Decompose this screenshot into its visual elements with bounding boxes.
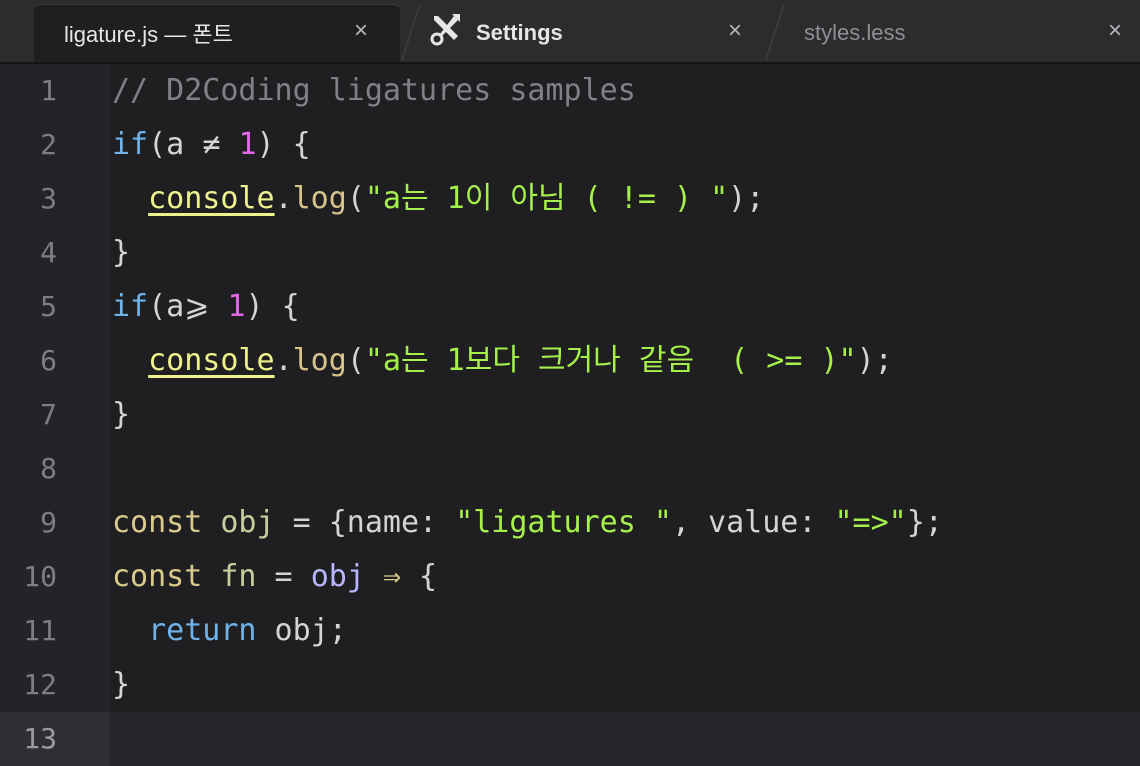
code-token: obj bbox=[310, 559, 365, 594]
code-token: } bbox=[112, 235, 131, 270]
code-token: obj bbox=[220, 505, 275, 540]
code-line[interactable]: } bbox=[110, 388, 1140, 442]
code-token: fn bbox=[220, 559, 257, 594]
code-token: } bbox=[112, 667, 131, 702]
code-line[interactable]: // D2Coding ligatures samples bbox=[110, 64, 1140, 118]
code-line[interactable] bbox=[110, 442, 1140, 496]
code-line[interactable]: if(a⩾ 1) { bbox=[110, 280, 1140, 334]
code-token: ⩾ bbox=[184, 289, 210, 324]
code-token: const bbox=[112, 505, 203, 540]
code-line[interactable]: console.log("a는 1이 아님 ( != ) "); bbox=[110, 172, 1140, 226]
close-icon[interactable]: × bbox=[1102, 18, 1128, 44]
line-number: 12 bbox=[23, 668, 57, 701]
close-icon[interactable]: × bbox=[722, 18, 748, 44]
line-number: 5 bbox=[40, 290, 57, 323]
code-line[interactable]: console.log("a는 1보다 크거나 같음 ( >= )"); bbox=[110, 334, 1140, 388]
code-line[interactable]: } bbox=[110, 226, 1140, 280]
code-token: return bbox=[148, 613, 257, 648]
code-token: ( bbox=[346, 181, 365, 216]
code-token: , value: bbox=[671, 505, 835, 540]
code-editor[interactable]: // D2Coding ligatures samples if(a ≠ 1) {… bbox=[110, 64, 1140, 766]
line-number: 1 bbox=[40, 74, 57, 107]
tab-label: ligature.js — 폰트 bbox=[64, 22, 233, 47]
code-token: "ligatures " bbox=[455, 505, 672, 540]
code-token: log bbox=[292, 343, 347, 378]
line-number: 11 bbox=[23, 614, 57, 647]
code-token: { bbox=[401, 559, 438, 594]
line-number: 9 bbox=[40, 506, 57, 539]
code-token: ) { bbox=[245, 289, 300, 324]
line-number: 13 bbox=[0, 712, 110, 766]
code-token: (a bbox=[148, 127, 203, 162]
code-token: } bbox=[112, 397, 131, 432]
code-token: "a는 1보다 크거나 같음 ( >= )" bbox=[364, 343, 857, 378]
code-token: // D2Coding ligatures samples bbox=[112, 73, 636, 108]
tab-bar: ligature.js — 폰트 × Settings × styles.les… bbox=[0, 0, 1140, 64]
tab-label: Settings bbox=[476, 20, 563, 45]
code-token: ≠ bbox=[202, 127, 221, 162]
code-token: 1 bbox=[227, 289, 246, 324]
code-token: ⇒ bbox=[382, 559, 401, 594]
code-line[interactable]: } bbox=[110, 658, 1140, 712]
line-number: 4 bbox=[40, 236, 57, 269]
code-line[interactable] bbox=[110, 712, 1140, 766]
code-token: ) { bbox=[256, 127, 311, 162]
code-token: ); bbox=[728, 181, 765, 216]
code-token: 1 bbox=[238, 127, 257, 162]
code-token: obj; bbox=[256, 613, 347, 648]
code-token: (a bbox=[148, 289, 185, 324]
code-line[interactable]: return obj; bbox=[110, 604, 1140, 658]
code-token: console bbox=[148, 343, 275, 378]
code-line[interactable]: const fn = obj ⇒ { bbox=[110, 550, 1140, 604]
line-number-gutter: 1 2 3 4 5 6 7 8 9 10 11 12 13 bbox=[0, 64, 110, 766]
code-token: ); bbox=[856, 343, 893, 378]
code-token: if bbox=[112, 127, 149, 162]
code-token: console bbox=[148, 181, 275, 216]
line-number: 7 bbox=[40, 398, 57, 431]
code-token: }; bbox=[906, 505, 943, 540]
line-number: 8 bbox=[40, 452, 57, 485]
code-token: ( bbox=[346, 343, 365, 378]
code-token: log bbox=[292, 181, 347, 216]
tab-styles-less[interactable]: styles.less × bbox=[774, 4, 1140, 62]
code-token: . bbox=[274, 343, 293, 378]
code-token: = {name: bbox=[274, 505, 456, 540]
close-icon[interactable]: × bbox=[348, 18, 374, 44]
code-token: = bbox=[256, 559, 311, 594]
tab-label: styles.less bbox=[804, 20, 906, 45]
code-token: . bbox=[274, 181, 293, 216]
tab-settings[interactable]: Settings × bbox=[404, 4, 774, 62]
line-number: 10 bbox=[23, 560, 57, 593]
tools-icon bbox=[428, 12, 462, 46]
tab-ligature-js[interactable]: ligature.js — 폰트 × bbox=[34, 4, 400, 62]
code-token: const bbox=[112, 559, 203, 594]
line-number: 2 bbox=[40, 128, 57, 161]
line-number: 3 bbox=[40, 182, 57, 215]
code-token: "a는 1이 아님 ( != ) " bbox=[364, 181, 729, 216]
code-token: "=>" bbox=[834, 505, 907, 540]
code-token: if bbox=[112, 289, 149, 324]
code-line[interactable]: if(a ≠ 1) { bbox=[110, 118, 1140, 172]
code-line[interactable]: const obj = {name: "ligatures ", value: … bbox=[110, 496, 1140, 550]
line-number: 6 bbox=[40, 344, 57, 377]
